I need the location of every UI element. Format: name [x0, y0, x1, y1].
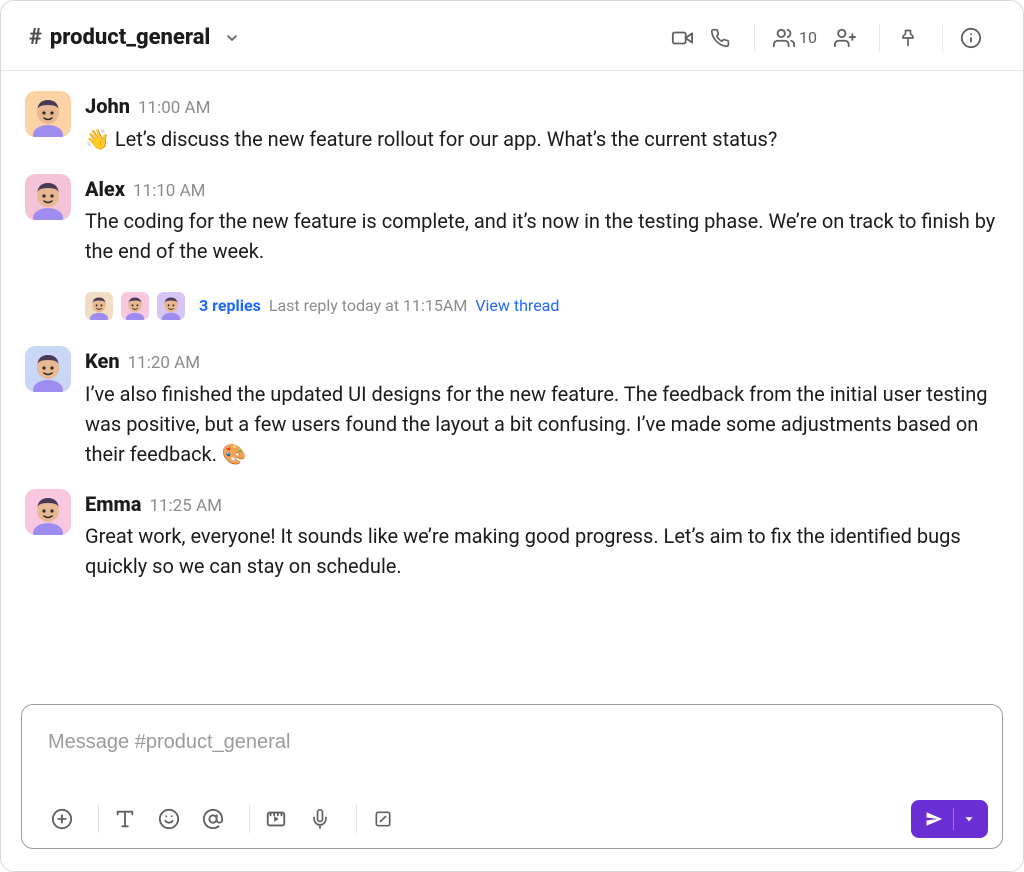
add-member-button[interactable] [831, 24, 859, 52]
sender-name[interactable]: Alex [85, 174, 125, 204]
start-audio-call-button[interactable] [706, 24, 734, 52]
channel-name: product_general [50, 21, 210, 54]
message-time: 11:10 AM [133, 179, 205, 205]
message: Ken 11:20 AM I’ve also finished the upda… [25, 340, 999, 483]
avatar[interactable] [25, 91, 71, 137]
send-options-caret[interactable] [962, 812, 982, 826]
chat-window: # product_general 10 [0, 0, 1024, 872]
avatar[interactable] [25, 174, 71, 220]
composer-area [1, 700, 1023, 871]
message-time: 11:00 AM [138, 96, 210, 122]
add-attachment-button[interactable] [48, 805, 76, 833]
pinned-items-button[interactable] [894, 24, 922, 52]
shortcuts-button[interactable] [369, 805, 397, 833]
message-list: John 11:00 AM 👋 Let’s discuss the new fe… [1, 71, 1023, 700]
avatar[interactable] [25, 346, 71, 392]
thread-avatar [85, 292, 113, 320]
view-thread-link[interactable]: View thread [475, 294, 559, 318]
channel-header: # product_general 10 [1, 1, 1023, 71]
message-text: The coding for the new feature is comple… [85, 206, 999, 266]
message: Emma 11:25 AM Great work, everyone! It s… [25, 483, 999, 596]
message: Alex 11:10 AM The coding for the new fea… [25, 168, 999, 341]
record-video-button[interactable] [262, 805, 290, 833]
reply-count: 3 replies [199, 294, 261, 318]
message-time: 11:20 AM [128, 351, 200, 377]
members-count: 10 [799, 26, 817, 50]
mention-button[interactable] [199, 805, 227, 833]
message-input[interactable] [22, 705, 1002, 794]
formatting-button[interactable] [111, 805, 139, 833]
hash-icon: # [29, 21, 42, 54]
channel-info-button[interactable] [957, 24, 985, 52]
thread-avatar [121, 292, 149, 320]
message: John 11:00 AM 👋 Let’s discuss the new fe… [25, 85, 999, 168]
start-video-call-button[interactable] [668, 24, 696, 52]
emoji-picker-button[interactable] [155, 805, 183, 833]
sender-name[interactable]: Emma [85, 489, 141, 519]
composer-toolbar [22, 794, 1002, 848]
message-composer [21, 704, 1003, 849]
header-actions: 10 [654, 24, 999, 52]
message-time: 11:25 AM [149, 494, 221, 520]
thread-avatar [157, 292, 185, 320]
message-text: Great work, everyone! It sounds like we’… [85, 521, 999, 581]
sender-name[interactable]: Ken [85, 346, 120, 376]
members-button[interactable]: 10 [769, 24, 821, 52]
thread-summary[interactable]: 3 replies Last reply today at 11:15AM Vi… [85, 284, 999, 326]
sender-name[interactable]: John [85, 91, 130, 121]
last-reply-time: Last reply today at 11:15AM [269, 294, 467, 318]
message-text: I’ve also finished the updated UI design… [85, 379, 999, 469]
message-text: 👋 Let’s discuss the new feature rollout … [85, 124, 777, 154]
record-audio-button[interactable] [306, 805, 334, 833]
send-icon [925, 810, 943, 828]
avatar[interactable] [25, 489, 71, 535]
chevron-down-icon [224, 30, 240, 46]
send-button[interactable] [911, 800, 988, 838]
channel-switcher[interactable]: # product_general [25, 19, 244, 56]
